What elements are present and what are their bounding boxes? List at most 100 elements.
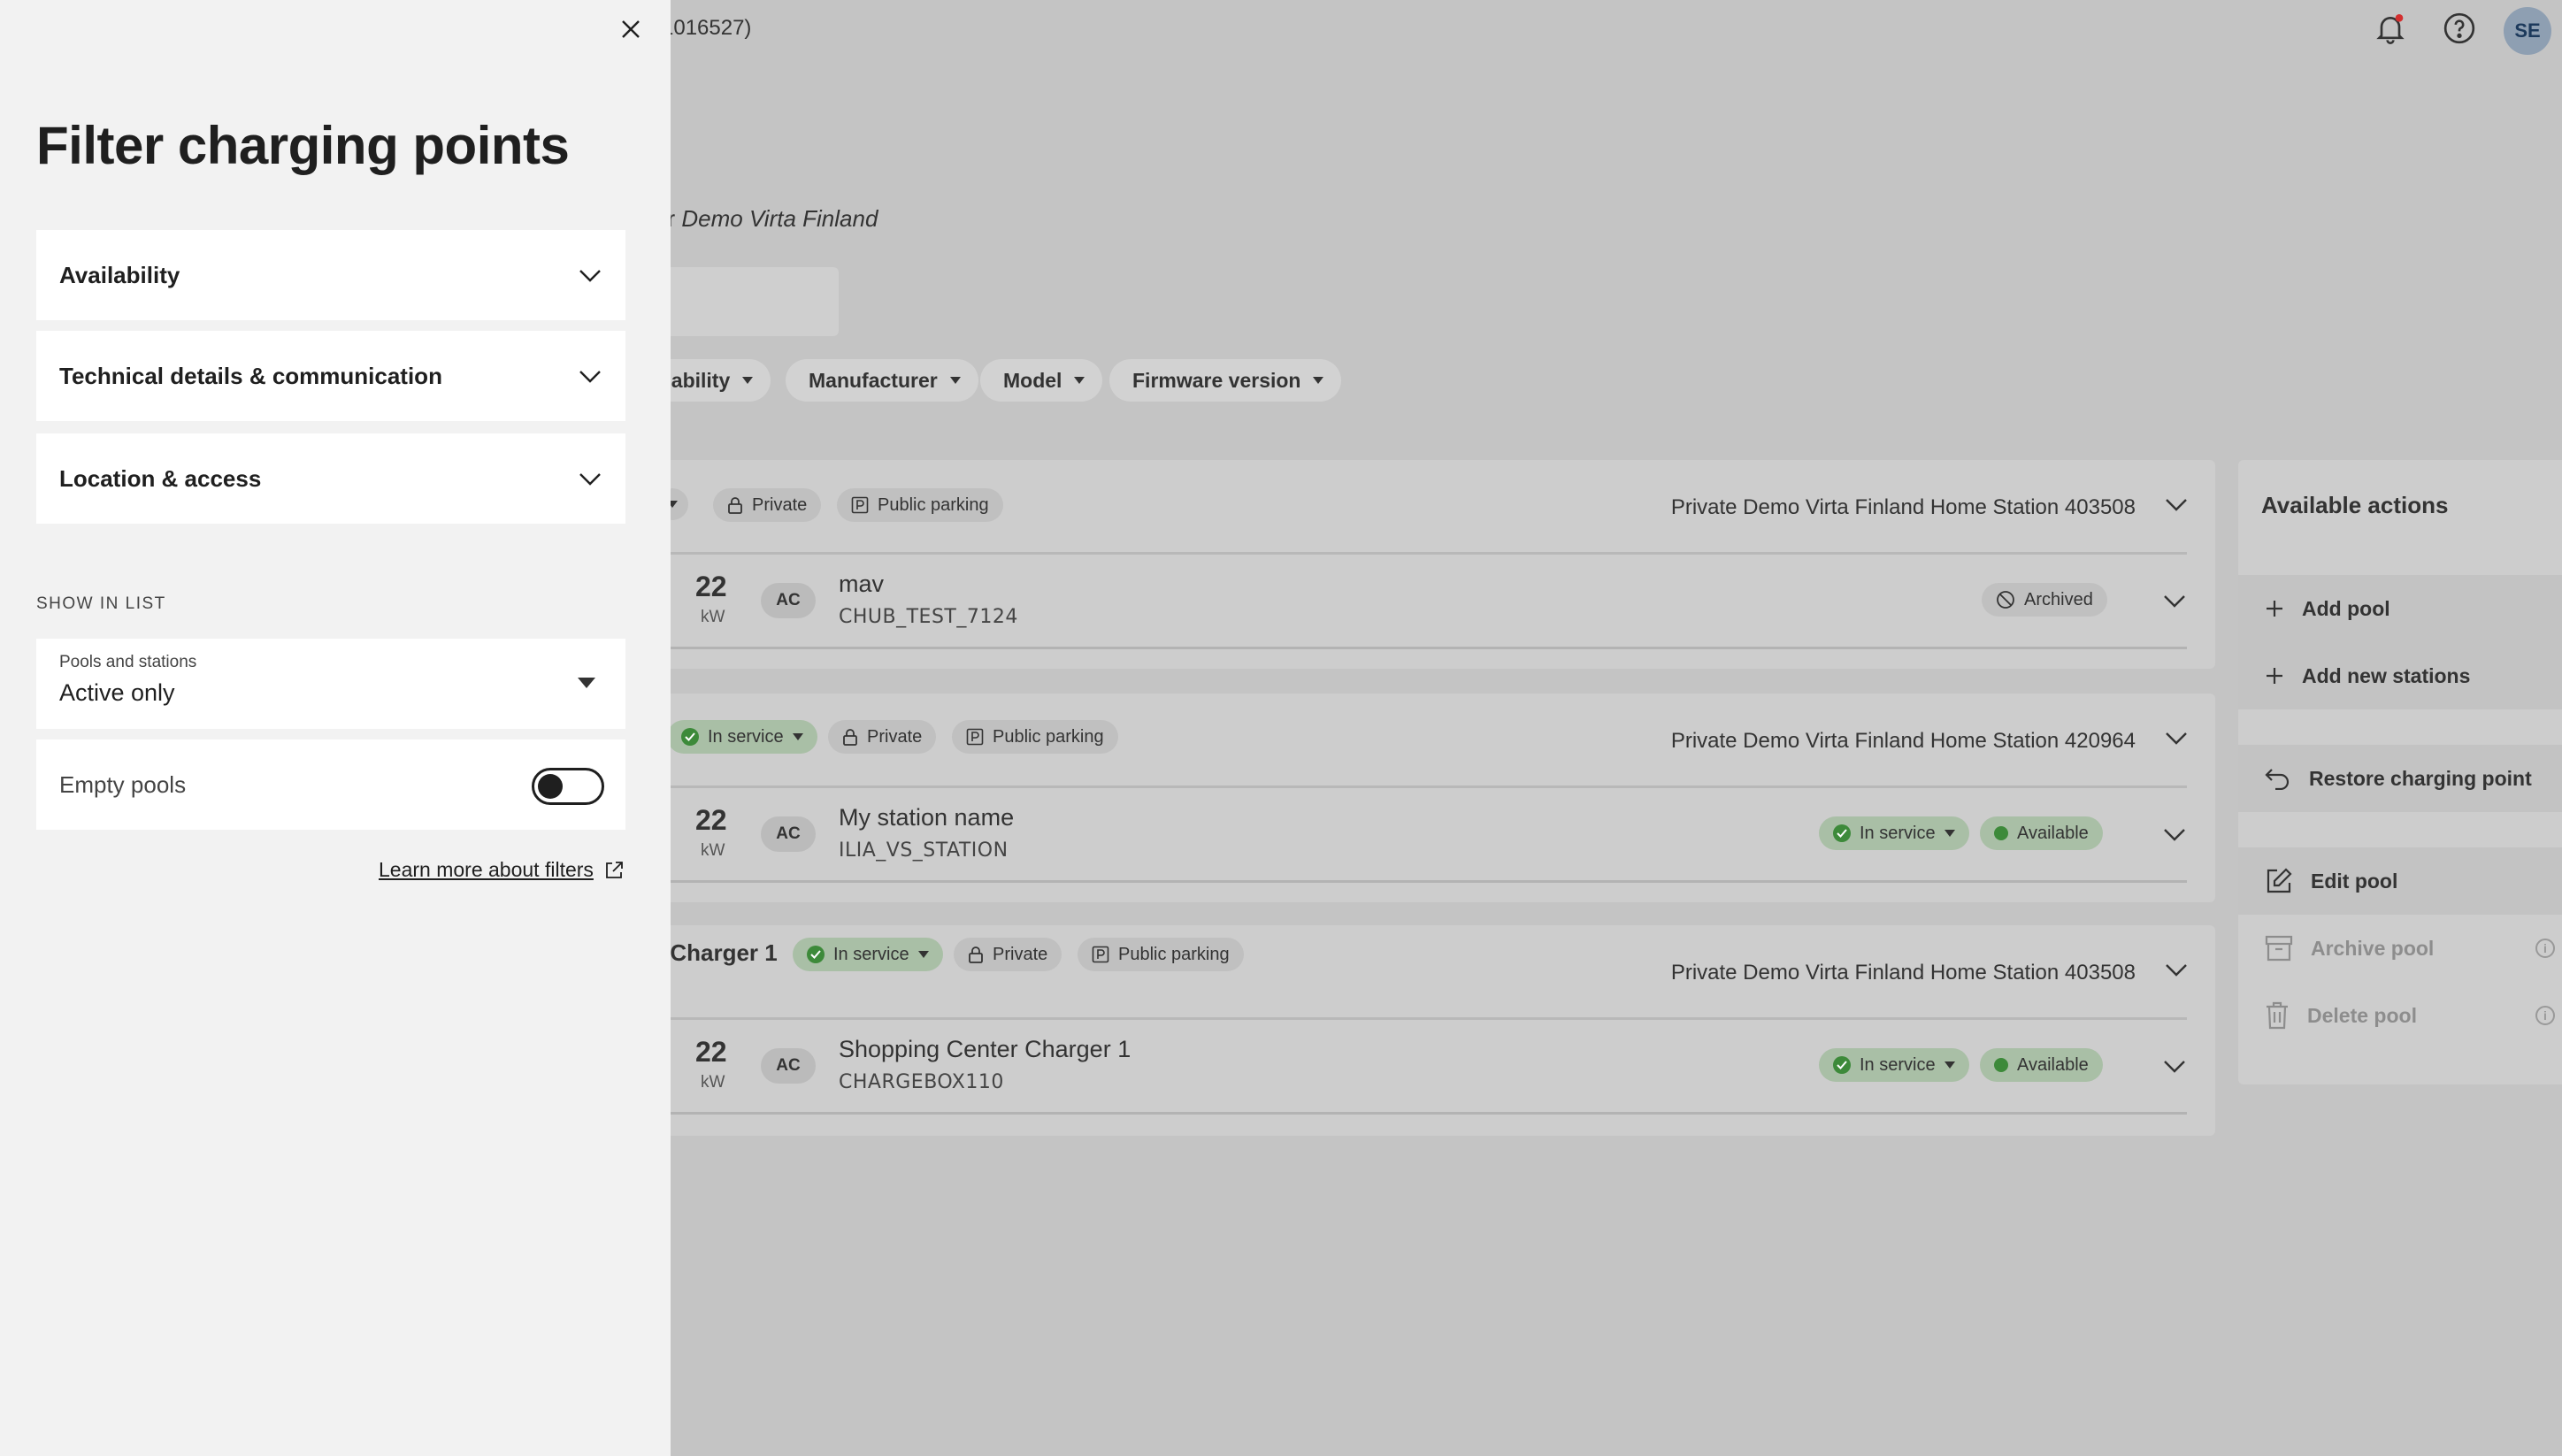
action-label: Add pool [2302,596,2390,620]
accordion-availability[interactable]: Availability [36,230,625,320]
empty-pools-toggle[interactable] [532,768,604,805]
chip-firmware-version[interactable]: Firmware version [1109,359,1342,402]
learn-more-label: Learn more about filters [379,858,594,881]
user-avatar[interactable]: SE [2504,7,2551,55]
chevron-down-icon [579,270,601,282]
info-icon[interactable]: i [2535,1006,2555,1025]
chip-model[interactable]: Model [980,359,1103,402]
accordion-technical-details[interactable]: Technical details & communication [36,331,625,421]
station-status-badge[interactable]: In service [1819,816,1969,850]
parking-icon [851,496,869,514]
chevron-down-icon[interactable] [2162,1057,2187,1075]
parking-icon [1092,946,1109,963]
current-type-badge: AC [761,816,816,852]
accordion-label: Availability [59,261,180,288]
trash-icon [2267,1001,2288,1030]
check-circle-icon [681,728,699,746]
status-label: In service [833,944,909,964]
add-new-stations-button[interactable]: Add new stations [2238,642,2562,709]
chip-label: Model [1003,368,1062,392]
station-row[interactable]: 22 kW AC mav CHUB_TEST_7124 Archived [655,555,2187,647]
chip-manufacturer[interactable]: Manufacturer [786,359,978,402]
check-circle-icon [1833,824,1851,842]
caret-down-icon [792,733,803,740]
parking-icon [966,728,984,746]
info-icon[interactable]: i [2535,939,2555,958]
archive-pool-button[interactable]: Archive pool i [2238,915,2562,982]
add-pool-button[interactable]: Add pool [2238,575,2562,642]
divider [655,1112,2187,1115]
status-label: In service [708,726,784,747]
delete-pool-button[interactable]: Delete pool i [2238,982,2562,1049]
status-dot-icon [1994,1058,2008,1072]
access-badge: Private [954,938,1062,971]
divider [655,880,2187,883]
lock-icon [843,729,857,746]
filter-drawer: Filter charging points Availability Tech… [0,0,671,1456]
chevron-down-icon[interactable] [2164,495,2189,513]
edit-pool-button[interactable]: Edit pool [2238,847,2562,915]
notifications-button[interactable] [2369,7,2412,50]
pool-header[interactable]: Private Public parking Private Demo Virt… [655,460,2215,552]
status-label: In service [1860,823,1936,843]
station-row[interactable]: 22 kW AC Shopping Center Charger 1 CHARG… [655,1020,2187,1112]
parking-label: Public parking [878,494,989,515]
status-label: In service [1860,1054,1936,1075]
chevron-down-icon[interactable] [2162,592,2187,609]
select-value: Active only [59,679,175,706]
access-label: Private [867,726,923,747]
station-power: 22 [695,1036,727,1068]
learn-more-link[interactable]: Learn more about filters [379,858,624,882]
current-type-badge: AC [761,583,816,618]
station-row[interactable]: 22 kW AC My station name ILIA_VS_STATION… [655,788,2187,880]
chevron-down-icon[interactable] [2164,729,2189,747]
pool-card: In service Private Public parking Privat… [655,694,2215,902]
plus-icon [2267,668,2282,684]
check-circle-icon [1833,1056,1851,1074]
station-name: My station name [839,804,1015,831]
pool-status-badge[interactable]: In service [667,720,817,754]
archived-badge: Archived [1982,583,2107,617]
station-power: 22 [695,571,727,602]
parking-label: Public parking [1118,944,1230,964]
pool-header[interactable]: In service Private Public parking Privat… [655,694,2215,785]
status-dot-icon [1994,826,2008,840]
action-label: Delete pool [2307,1003,2417,1027]
caret-down-icon [949,377,961,384]
external-link-icon [606,861,623,878]
station-status-badge[interactable]: In service [1819,1048,1969,1082]
pool-header[interactable]: r Charger 1 In service Private Public pa… [655,925,2215,1017]
chip-label: Manufacturer [809,368,938,392]
caret-down-icon [1944,830,1955,837]
search-input[interactable] [655,267,839,336]
divider [655,647,2187,649]
plus-icon [2267,601,2282,617]
restore-charging-point-button[interactable]: Restore charging point [2238,745,2562,812]
help-icon [2443,12,2475,44]
available-actions-panel: Available actions Add pool Add new stati… [2238,460,2562,1084]
lock-icon [969,946,983,963]
toggle-knob [538,774,563,799]
caret-down-icon [917,951,929,958]
close-button[interactable] [612,11,649,48]
empty-pools-label: Empty pools [59,771,187,798]
chevron-down-icon [579,473,601,486]
chevron-down-icon[interactable] [2162,825,2187,843]
station-power-unit: kW [701,1073,725,1092]
pool-owner: Private Demo Virta Finland Home Station … [1670,961,2136,985]
actions-title: Available actions [2261,492,2449,518]
caret-down-icon [1074,377,1085,384]
close-icon [622,20,640,38]
owner-name: Demo Virta Finland [681,205,878,232]
availability-label: Available [2017,823,2089,843]
accordion-location-access[interactable]: Location & access [36,433,625,524]
caret-down-icon [1944,1061,1955,1069]
availability-badge: Available [1980,1048,2103,1082]
pool-status-badge[interactable]: In service [793,938,943,971]
help-button[interactable] [2438,7,2481,50]
drawer-title: Filter charging points [36,116,570,175]
accordion-label: Location & access [59,464,262,492]
pools-stations-select[interactable]: Pools and stations Active only [36,639,625,729]
availability-badge: Available [1980,816,2103,850]
chevron-down-icon[interactable] [2164,961,2189,978]
